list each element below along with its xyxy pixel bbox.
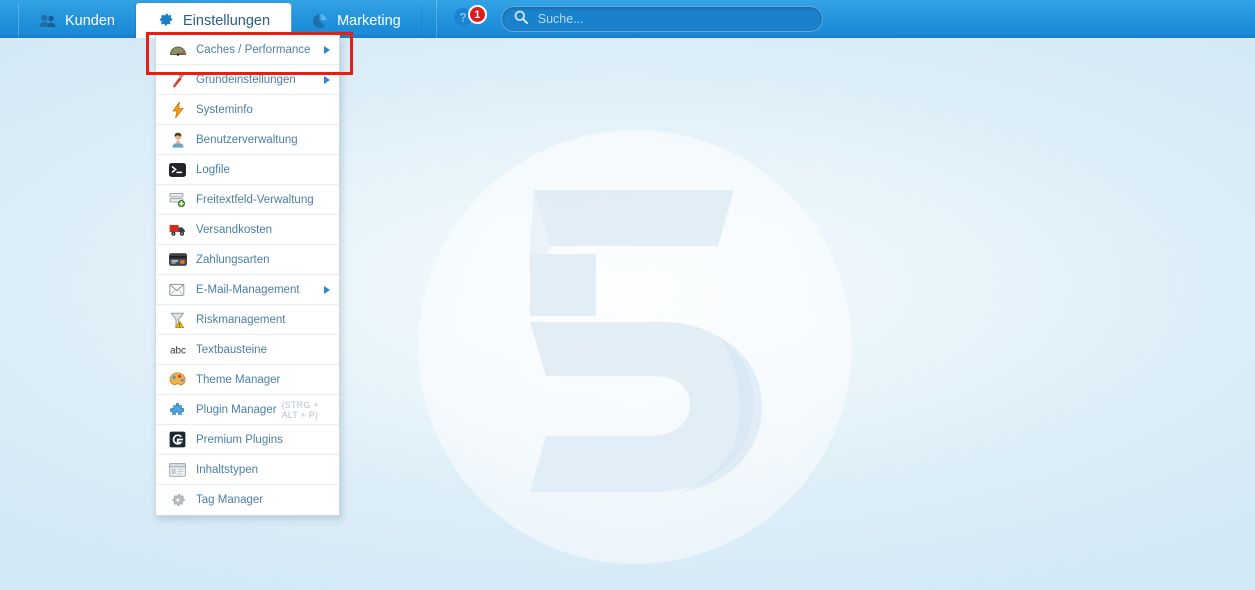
menu-item-label: Tag Manager: [196, 494, 264, 506]
menu-item-tag-manager[interactable]: Tag Manager: [156, 485, 339, 515]
submenu-arrow-icon: [324, 285, 330, 294]
menu-item-inhaltstypen[interactable]: Inhaltstypen: [156, 455, 339, 485]
menu-item-label: Logfile: [196, 163, 230, 176]
tab-marketing[interactable]: Marketing: [291, 3, 422, 38]
header-right-zone: ? 1: [435, 0, 823, 38]
premium-g-icon: [167, 431, 188, 449]
tab-label: Einstellungen: [183, 12, 271, 29]
menu-item-label: Inhaltstypen: [196, 463, 259, 476]
submenu-arrow-icon: [324, 45, 330, 54]
menu-item-label: Riskmanagement: [196, 313, 286, 326]
user-icon: [167, 131, 188, 149]
menu-item-caches-performance[interactable]: Caches / Performance: [156, 35, 339, 65]
menu-item-shortcut: (STRG + ALT + P): [281, 399, 319, 420]
menu-item-zahlungsarten[interactable]: Zahlungsarten: [156, 245, 339, 275]
shopware-5-watermark: [418, 130, 852, 564]
search-input[interactable]: [535, 11, 810, 27]
svg-text:abc: abc: [169, 345, 185, 355]
puzzle-icon: [167, 401, 188, 419]
tab-label: Kunden: [65, 12, 115, 29]
pie-chart-icon: [312, 13, 328, 29]
menu-item-textbausteine[interactable]: abc Textbausteine: [156, 335, 339, 365]
palette-icon: [167, 371, 188, 389]
gear-grey-icon: [167, 491, 188, 509]
menu-item-label: Premium Plugins: [196, 433, 283, 446]
truck-icon: [167, 221, 188, 239]
menu-item-label: Versandkosten: [196, 223, 273, 236]
menu-item-email-management[interactable]: E-Mail-Management: [156, 275, 339, 305]
form-fields-icon: [167, 191, 188, 209]
menu-item-freitextfeld-verwaltung[interactable]: Freitextfeld-Verwaltung: [156, 185, 339, 215]
menu-item-plugin-manager[interactable]: Plugin Manager (STRG + ALT + P): [156, 395, 339, 425]
users-icon: [39, 14, 56, 28]
lightning-icon: [167, 101, 188, 119]
menu-item-label: Theme Manager: [196, 373, 281, 386]
search-icon: [514, 10, 528, 29]
menu-item-benutzerverwaltung[interactable]: Benutzerverwaltung: [156, 125, 339, 155]
menu-item-label: Textbausteine: [196, 343, 267, 356]
menu-item-grundeinstellungen[interactable]: Grundeinstellungen: [156, 65, 339, 95]
svg-text:?: ?: [459, 10, 466, 24]
menu-item-systeminfo[interactable]: Systeminfo: [156, 95, 339, 125]
tab-einstellungen[interactable]: Einstellungen: [136, 3, 292, 38]
menu-item-label: Plugin Manager: [196, 403, 277, 416]
menu-item-theme-manager[interactable]: Theme Manager: [156, 365, 339, 395]
help-button[interactable]: ? 1: [453, 5, 487, 31]
menu-item-versandkosten[interactable]: Versandkosten: [156, 215, 339, 245]
abc-icon: abc: [167, 341, 188, 359]
menu-item-label: Zahlungsarten: [196, 253, 270, 266]
envelope-icon: [167, 281, 188, 299]
menu-item-premium-plugins[interactable]: Premium Plugins: [156, 425, 339, 455]
credit-card-icon: [167, 251, 188, 269]
menu-item-label: Caches / Performance: [196, 43, 311, 56]
menu-item-riskmanagement[interactable]: Riskmanagement: [156, 305, 339, 335]
einstellungen-dropdown-menu: Caches / Performance Grundeinstellungen …: [155, 35, 340, 516]
gauge-icon: [167, 41, 188, 59]
submenu-arrow-icon: [324, 75, 330, 84]
gear-icon: [157, 12, 174, 29]
console-icon: [167, 161, 188, 179]
screwdriver-icon: [167, 71, 188, 89]
content-type-icon: [167, 461, 188, 479]
search-box[interactable]: [500, 6, 823, 32]
funnel-warning-icon: [167, 311, 188, 329]
menu-item-label: E-Mail-Management: [196, 283, 300, 296]
menu-item-label: Freitextfeld-Verwaltung: [196, 193, 314, 206]
notification-badge[interactable]: 1: [467, 5, 487, 24]
menu-item-label: Grundeinstellungen: [196, 73, 296, 86]
menu-item-label: Systeminfo: [196, 103, 253, 116]
main-navigation-tabs: Kunden Einstellungen Marketing: [18, 0, 422, 38]
menu-item-label: Benutzerverwaltung: [196, 133, 298, 146]
main-header-bar: Kunden Einstellungen Marketing ? 1 Suche…: [0, 0, 1255, 38]
menu-item-logfile[interactable]: Logfile: [156, 155, 339, 185]
tab-label: Marketing: [337, 12, 401, 29]
tab-kunden[interactable]: Kunden: [18, 3, 136, 38]
